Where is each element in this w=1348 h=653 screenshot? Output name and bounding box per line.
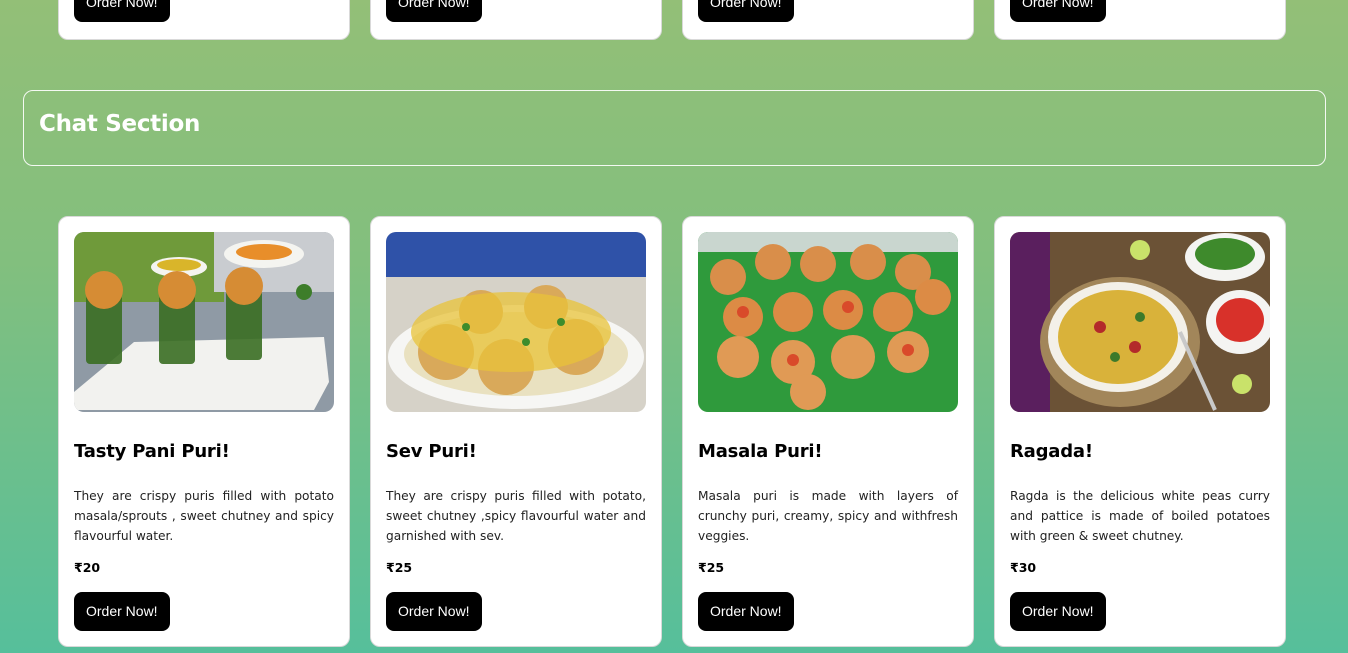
order-now-button[interactable]: Order Now! bbox=[74, 592, 170, 631]
food-card-pani-puri: Tasty Pani Puri! They are crispy puris f… bbox=[58, 216, 350, 647]
masala-puri-image bbox=[698, 232, 958, 412]
food-title: Sev Puri! bbox=[386, 441, 477, 462]
food-price: ₹25 bbox=[698, 560, 725, 575]
top-card-3: Order Now! bbox=[682, 0, 974, 40]
chat-section-banner: Chat Section bbox=[23, 90, 1326, 166]
order-now-button[interactable]: Order Now! bbox=[74, 0, 170, 22]
order-now-button[interactable]: Order Now! bbox=[1010, 592, 1106, 631]
food-price: ₹25 bbox=[386, 560, 413, 575]
food-card-sev-puri: Sev Puri! They are crispy puris filled w… bbox=[370, 216, 662, 647]
food-description: They are crispy puris filled with potato… bbox=[386, 489, 646, 543]
section-title: Chat Section bbox=[39, 111, 201, 137]
food-card-masala-puri: Masala Puri! Masala puri is made with la… bbox=[682, 216, 974, 647]
food-title: Ragada! bbox=[1010, 441, 1093, 462]
food-card-ragada: Ragada! Ragda is the delicious white pea… bbox=[994, 216, 1286, 647]
food-title: Tasty Pani Puri! bbox=[74, 441, 230, 462]
food-description: Ragda is the delicious white peas curry … bbox=[1010, 489, 1270, 543]
sev-puri-image bbox=[386, 232, 646, 412]
food-title: Masala Puri! bbox=[698, 441, 823, 462]
top-card-4: Order Now! bbox=[994, 0, 1286, 40]
order-now-button[interactable]: Order Now! bbox=[386, 592, 482, 631]
order-now-button[interactable]: Order Now! bbox=[698, 0, 794, 22]
food-description: Masala puri is made with layers of crunc… bbox=[698, 489, 958, 543]
top-card-1: Order Now! bbox=[58, 0, 350, 40]
top-card-2: Order Now! bbox=[370, 0, 662, 40]
ragada-image bbox=[1010, 232, 1270, 412]
order-now-button[interactable]: Order Now! bbox=[698, 592, 794, 631]
order-now-button[interactable]: Order Now! bbox=[1010, 0, 1106, 22]
order-now-button[interactable]: Order Now! bbox=[386, 0, 482, 22]
food-price: ₹20 bbox=[74, 560, 101, 575]
food-price: ₹30 bbox=[1010, 560, 1037, 575]
pani-puri-image bbox=[74, 232, 334, 412]
food-description: They are crispy puris filled with potato… bbox=[74, 489, 334, 543]
